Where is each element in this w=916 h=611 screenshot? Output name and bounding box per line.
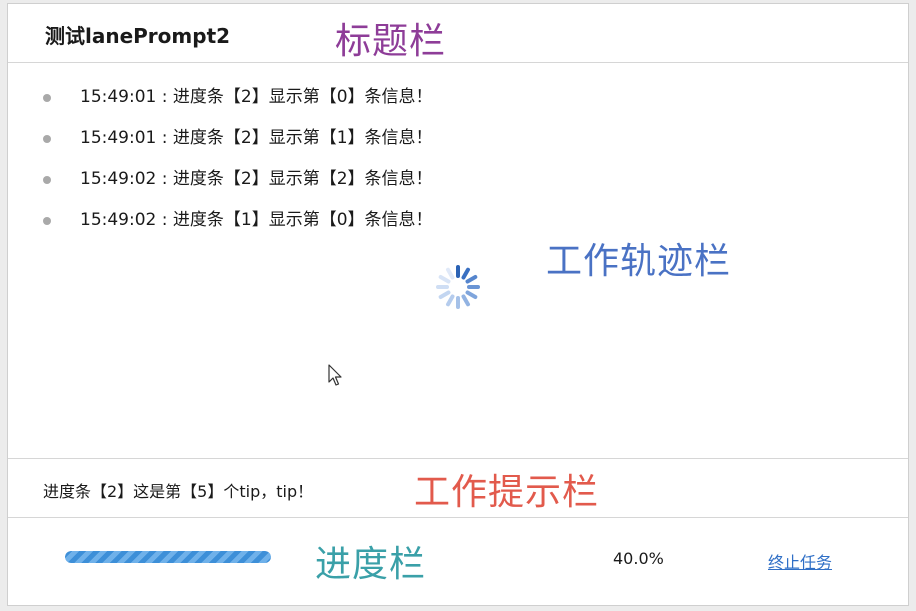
progress-percent: 40.0%: [613, 549, 664, 568]
bullet-icon: [43, 217, 51, 225]
annotation-title-bar: 标题栏: [335, 21, 447, 62]
annotation-progress-bar: 进度栏: [315, 544, 427, 585]
log-text: 15:49:01 : 进度条【2】显示第【1】条信息！: [80, 128, 433, 148]
bullet-icon: [43, 135, 51, 143]
progress-bar-fill: [65, 551, 271, 563]
loading-spinner-icon: [436, 265, 480, 309]
annotation-track-bar: 工作轨迹栏: [546, 241, 732, 282]
tip-text: 进度条【2】这是第【5】个tip，tip！: [43, 482, 314, 501]
task-progress-dialog: 测试lanePrompt2 标题栏 15:49:01 : 进度条【2】显示第【0…: [7, 3, 909, 606]
progress-area: 40.0% 终止任务: [8, 517, 908, 605]
title-bar: 测试lanePrompt2: [8, 4, 908, 63]
bullet-icon: [43, 94, 51, 102]
stop-task-link[interactable]: 终止任务: [768, 549, 832, 573]
mouse-cursor-icon: [328, 364, 342, 386]
log-text: 15:49:01 : 进度条【2】显示第【0】条信息！: [80, 87, 433, 107]
progress-bar: [65, 551, 271, 563]
work-track-area: 15:49:01 : 进度条【2】显示第【0】条信息！ 15:49:01 : 进…: [8, 63, 908, 458]
bullet-icon: [43, 176, 51, 184]
log-text: 15:49:02 : 进度条【1】显示第【0】条信息！: [80, 210, 433, 230]
log-text: 15:49:02 : 进度条【2】显示第【2】条信息！: [80, 169, 433, 189]
dialog-title: 测试lanePrompt2: [45, 24, 231, 48]
annotation-tip-bar: 工作提示栏: [414, 472, 600, 513]
